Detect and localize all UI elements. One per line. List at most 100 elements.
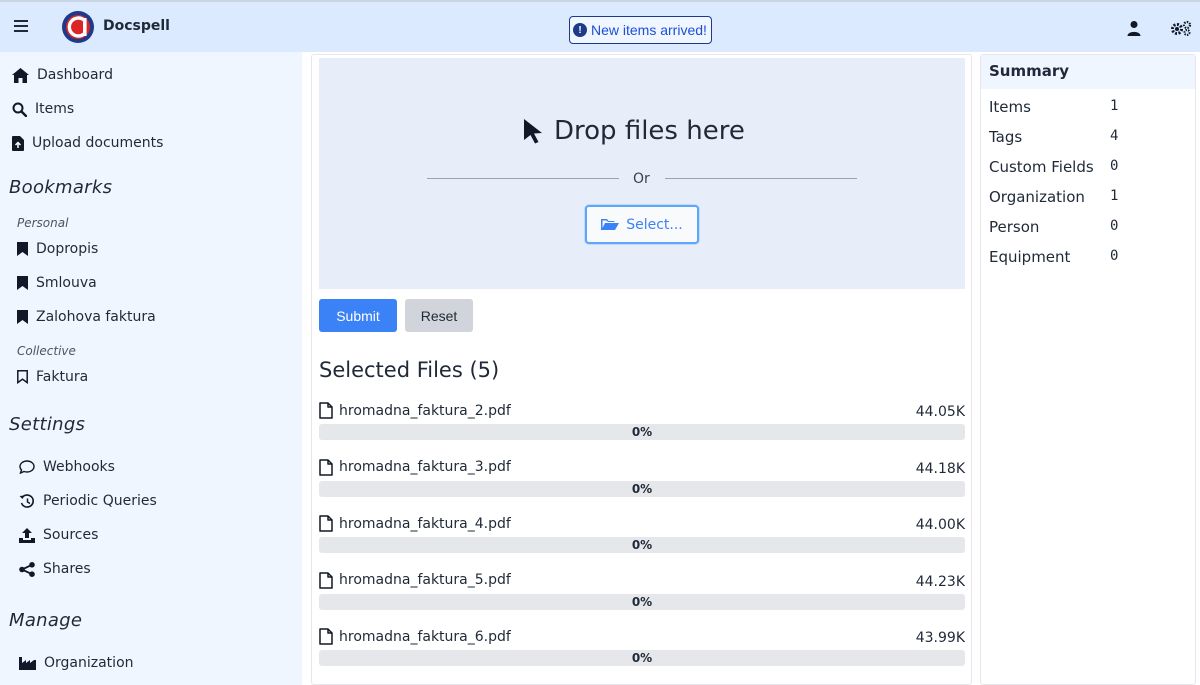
new-items-notice[interactable]: ! New items arrived! [569,16,712,44]
sidebar-item-label: Sources [43,527,99,543]
sidebar-item-label: Webhooks [43,459,115,475]
settings-heading: Settings [9,414,86,435]
file-name: hromadna_faktura_2.pdf [319,402,511,419]
sidebar-item-organization[interactable]: Organization [19,655,134,671]
bookmark-outline-icon [17,370,28,384]
bookmark-icon [17,276,28,290]
summary-value: 0 [1110,248,1119,264]
bookmark-label: Smlouva [36,275,97,291]
summary-value: 1 [1110,188,1119,204]
progress-bar: 0% [319,537,965,553]
sidebar-item-periodic-queries[interactable]: Periodic Queries [19,493,157,509]
bookmark-icon [17,310,28,324]
select-files-label: Select... [626,216,683,233]
summary-label: Items [989,98,1031,116]
sidebar-item-webhooks[interactable]: Webhooks [19,459,115,475]
summary-panel [980,54,1196,685]
drop-title: Drop files here [522,116,745,146]
sidebar-item-sources[interactable]: Sources [19,527,98,543]
progress-bar: 0% [319,424,965,440]
file-name: hromadna_faktura_3.pdf [319,458,511,476]
sidebar-item-items[interactable]: Items [12,101,74,117]
sidebar-item-label: Upload documents [32,135,164,151]
folder-open-icon [601,219,620,230]
file-name-text: hromadna_faktura_3.pdf [339,459,511,475]
file-name-text: hromadna_faktura_4.pdf [339,515,511,532]
progress-label: 0% [631,481,653,496]
summary-label: Tags [989,128,1023,146]
app-name[interactable]: Docspell [103,18,170,34]
bookmark-label: Dopropis [36,241,99,257]
file-icon [319,402,333,419]
home-icon [12,67,29,83]
history-icon [19,493,34,508]
file-size: 44.05K [915,404,965,420]
bookmark-dopropis[interactable]: Dopropis [17,241,98,257]
or-label: Or [633,171,650,187]
manage-heading: Manage [9,610,83,631]
progress-label: 0% [631,538,653,552]
select-files-button[interactable]: Select... [585,205,699,244]
file-icon [319,628,333,645]
sidebar-item-upload-documents[interactable]: Upload documents [12,135,163,151]
selected-files-heading: Selected Files (5) [319,358,500,382]
file-size: 44.00K [915,517,965,533]
file-icon [319,458,333,476]
bookmark-faktura[interactable]: Faktura [17,369,88,385]
comment-icon [19,460,35,474]
sidebar-item-label: Shares [43,561,91,577]
bookmark-icon [17,242,28,256]
submit-button[interactable]: Submit [319,299,397,332]
progress-label: 0% [631,425,653,439]
file-name: hromadna_faktura_4.pdf [319,515,511,532]
summary-title: Summary [989,62,1070,80]
mouse-pointer-icon [524,119,542,144]
upload-icon [19,527,35,543]
divider-right [665,178,857,179]
sidebar-item-label: Dashboard [37,67,113,83]
summary-value: 4 [1110,128,1119,144]
top-bar: Docspell ! New items arrived! [0,0,1200,52]
collective-heading: Collective [17,344,76,358]
user-icon[interactable] [1126,20,1142,36]
bookmark-zalohova-faktura[interactable]: Zalohova faktura [17,309,156,325]
sidebar-item-dashboard[interactable]: Dashboard [12,67,113,83]
menu-icon[interactable] [14,20,28,32]
search-icon [12,102,27,117]
file-row: hromadna_faktura_2.pdf 44.05K 0% [319,402,965,442]
bookmark-label: Zalohova faktura [36,309,156,325]
divider-left [427,178,619,179]
file-row: hromadna_faktura_4.pdf 44.00K 0% [319,515,965,555]
personal-heading: Personal [17,216,69,230]
file-size: 44.23K [915,573,965,590]
file-name: hromadna_faktura_6.pdf [319,628,511,645]
file-row: hromadna_faktura_5.pdf 44.23K 0% [319,571,965,612]
summary-value: 1 [1110,98,1119,114]
file-row: hromadna_faktura_3.pdf 44.18K 0% [319,458,965,499]
file-size: 43.99K [915,630,965,646]
reset-button[interactable]: Reset [405,299,473,332]
bookmark-smlouva[interactable]: Smlouva [17,275,97,291]
file-size: 44.18K [915,460,965,477]
share-icon [19,561,35,577]
progress-bar: 0% [319,593,965,610]
notice-label: New items arrived! [591,22,707,38]
summary-label: Custom Fields [989,158,1094,176]
progress-bar: 0% [319,480,965,497]
bookmark-label: Faktura [36,369,89,385]
bookmarks-heading: Bookmarks [9,177,113,198]
summary-value: 0 [1110,158,1119,174]
file-upload-icon [12,135,24,151]
sidebar-item-shares[interactable]: Shares [19,561,91,577]
file-name-text: hromadna_faktura_2.pdf [339,402,511,419]
file-name-text: hromadna_faktura_5.pdf [339,572,511,588]
info-icon: ! [573,23,587,37]
file-icon [319,571,333,589]
sidebar-item-label: Periodic Queries [43,493,157,509]
docspell-logo[interactable] [61,10,95,44]
cogs-icon[interactable] [1170,20,1192,36]
summary-value: 0 [1110,218,1119,234]
summary-label: Organization [989,188,1085,206]
file-icon [319,515,333,532]
summary-label: Person [989,218,1040,236]
